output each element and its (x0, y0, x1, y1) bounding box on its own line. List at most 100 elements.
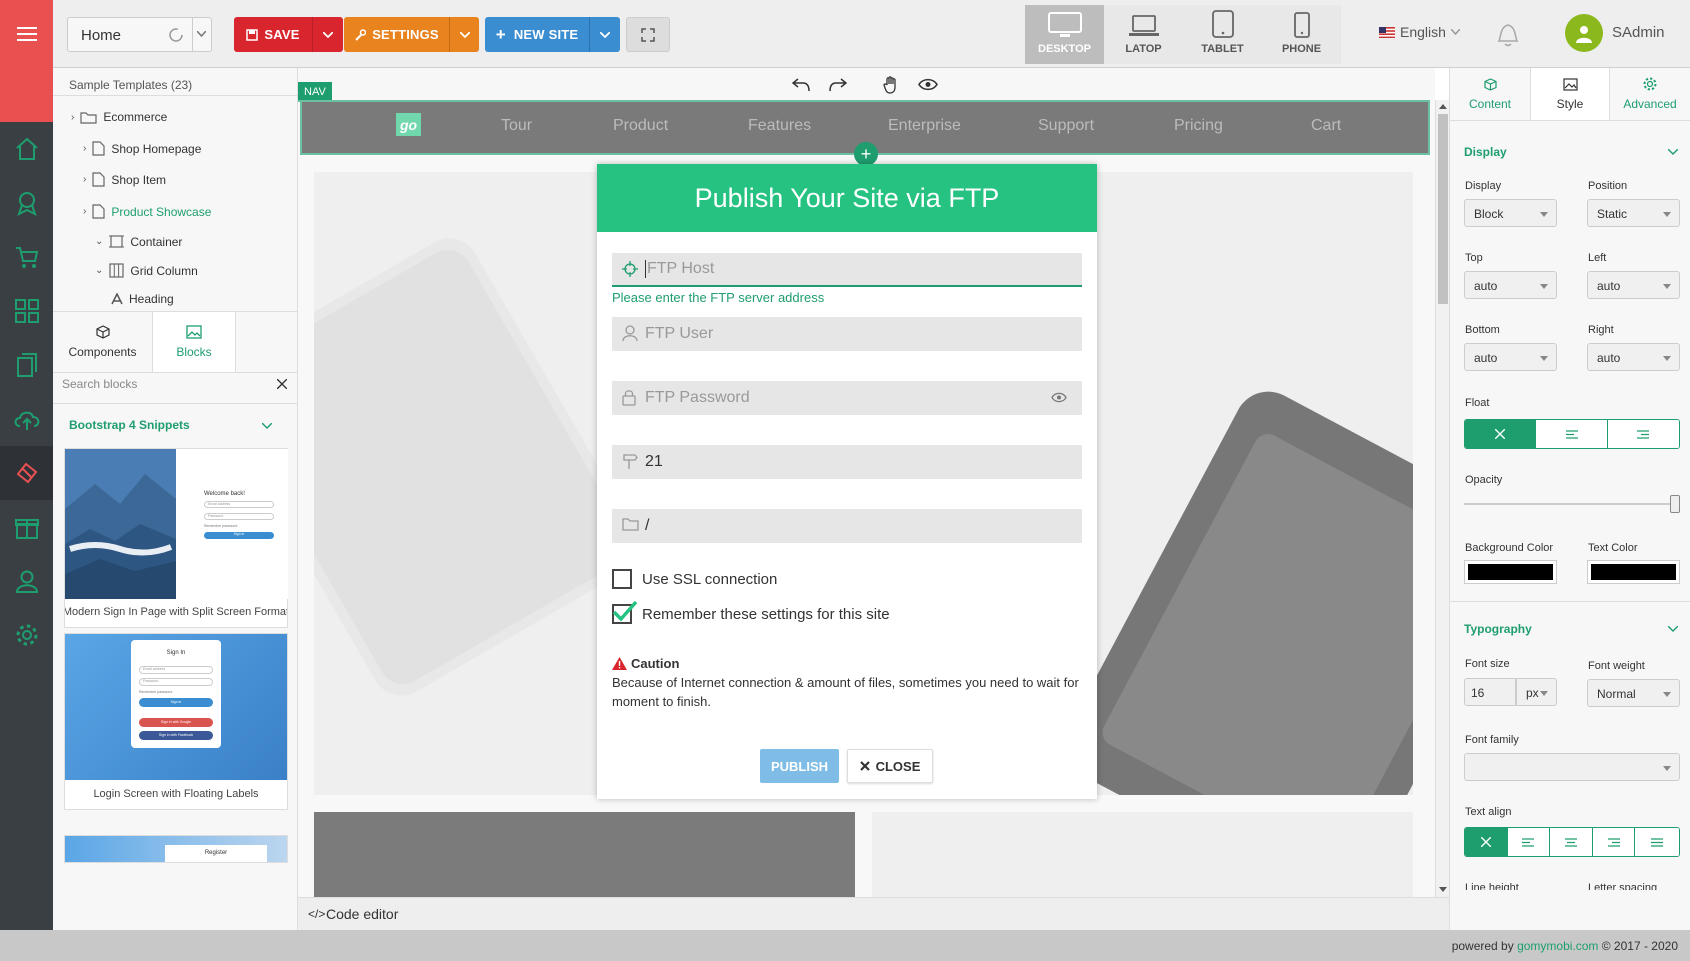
eye-icon[interactable] (918, 78, 938, 91)
fullscreen-button[interactable] (626, 17, 670, 52)
block-card-label: Modern Sign In Page with Split Screen Fo… (65, 606, 287, 618)
tab-blocks[interactable]: Blocks (152, 312, 236, 372)
search-blocks-field[interactable]: Search blocks (62, 377, 287, 391)
device-laptop-button[interactable]: LATOP (1104, 5, 1183, 64)
tab-content[interactable]: Content (1450, 68, 1530, 120)
settings-button[interactable]: SETTINGS (344, 17, 449, 52)
code-editor-bar[interactable]: </> Code editor (298, 897, 1449, 930)
opacity-slider[interactable] (1464, 495, 1680, 513)
tab-style[interactable]: Style (1530, 68, 1610, 120)
page-select[interactable]: Home (67, 17, 212, 52)
tree-item-grid-column[interactable]: ⌄ Grid Column (95, 263, 198, 278)
rail-grid-button[interactable] (0, 284, 53, 338)
tree-item-container[interactable]: ⌄ Container (95, 234, 182, 249)
tab-label: Content (1468, 96, 1512, 111)
text-align-left-button[interactable] (1507, 828, 1551, 856)
rail-blocks-button[interactable] (0, 446, 53, 500)
font-family-select[interactable] (1464, 753, 1680, 781)
redo-icon[interactable] (829, 78, 847, 92)
ftp-host-field[interactable]: FTP Host (612, 253, 1082, 287)
laptop-icon (1128, 15, 1159, 36)
us-flag-icon (1379, 26, 1395, 38)
bottom-select[interactable]: auto (1464, 343, 1557, 371)
hand-icon[interactable] (883, 76, 899, 94)
new-site-dropdown-button[interactable] (589, 17, 620, 52)
chevron-down-icon[interactable] (1668, 626, 1678, 632)
block-card-floating-labels[interactable]: Sign In Email address Password Remember … (64, 633, 288, 810)
rail-settings-button[interactable] (0, 608, 53, 662)
canvas-scrollbar[interactable] (1435, 100, 1449, 897)
rail-gift-button[interactable] (0, 500, 53, 554)
notifications-button[interactable] (1494, 17, 1522, 52)
text-color-swatch[interactable] (1587, 560, 1680, 584)
save-dropdown-button[interactable] (312, 17, 343, 52)
position-select[interactable]: Static (1587, 199, 1680, 227)
tab-components[interactable]: Components (53, 312, 152, 372)
ftp-user-field[interactable]: FTP User (612, 317, 1082, 351)
ftp-path-field[interactable]: / (612, 509, 1082, 543)
display-select[interactable]: Block (1464, 199, 1557, 227)
device-tablet-button[interactable]: TABLET (1183, 5, 1262, 64)
font-unit-select[interactable]: px (1516, 678, 1557, 706)
display-section-header[interactable]: Display (1464, 145, 1507, 159)
typography-section-header[interactable]: Typography (1464, 622, 1532, 636)
tree-item-heading[interactable]: Heading (111, 292, 174, 306)
ftp-port-field[interactable]: 21 (612, 445, 1082, 479)
right-select[interactable]: auto (1587, 343, 1680, 371)
language-select[interactable]: English (1379, 24, 1460, 40)
rail-cart-button[interactable] (0, 230, 53, 284)
eye-icon[interactable] (1051, 392, 1067, 403)
float-left-button[interactable] (1536, 420, 1608, 448)
opacity-slider-handle[interactable] (1670, 495, 1680, 513)
chevron-down-icon[interactable] (262, 423, 272, 429)
text-align-none-button[interactable] (1465, 828, 1508, 856)
rail-pages-button[interactable] (0, 338, 53, 392)
text-align-justify-button[interactable] (1635, 828, 1679, 856)
device-phone-button[interactable]: PHONE (1262, 5, 1341, 64)
tree-item-label: Grid Column (130, 263, 198, 278)
close-icon (1495, 429, 1506, 439)
remember-checkbox-row[interactable]: Remember these settings for this site (612, 600, 890, 624)
background-color-swatch[interactable] (1464, 560, 1557, 584)
ssl-checkbox-row[interactable]: Use SSL connection (612, 569, 777, 589)
snippet-group-header[interactable]: Bootstrap 4 Snippets (69, 418, 190, 432)
ssl-checkbox[interactable] (612, 569, 632, 589)
chevron-down-icon[interactable] (1668, 149, 1678, 155)
ftp-password-field[interactable]: FTP Password (612, 381, 1082, 415)
settings-dropdown-button[interactable] (449, 17, 479, 52)
rail-users-button[interactable] (0, 554, 53, 608)
tree-item-shop-homepage[interactable]: › Shop Homepage (83, 141, 201, 156)
new-site-button[interactable]: + NEW SITE (485, 17, 589, 52)
tree-item-product-showcase[interactable]: › Product Showcase (83, 204, 211, 219)
close-icon[interactable] (277, 379, 287, 389)
block-card-register[interactable]: Register (64, 835, 288, 863)
device-desktop-button[interactable]: DESKTOP (1025, 5, 1104, 64)
float-none-button[interactable] (1465, 420, 1537, 448)
user-name[interactable]: SAdmin (1612, 24, 1665, 41)
undo-icon[interactable] (792, 78, 810, 92)
remember-checkbox[interactable] (612, 600, 638, 624)
publish-button[interactable]: PUBLISH (760, 749, 839, 783)
top-select[interactable]: auto (1464, 271, 1557, 299)
rail-home-button[interactable] (0, 122, 53, 176)
text-align-right-button[interactable] (1592, 828, 1636, 856)
close-button[interactable]: CLOSE (847, 749, 933, 783)
refresh-icon[interactable] (168, 27, 184, 43)
text-align-center-button[interactable] (1550, 828, 1593, 856)
left-select[interactable]: auto (1587, 271, 1680, 299)
add-block-button[interactable]: + (854, 142, 878, 166)
menu-toggle-button[interactable] (0, 0, 53, 68)
footer-brand-link[interactable]: gomymobi.com (1517, 939, 1598, 953)
rail-upload-button[interactable] (0, 392, 53, 446)
block-card-split-signin[interactable]: Welcome back! Email address Password Rem… (64, 448, 288, 628)
save-button[interactable]: SAVE (234, 17, 312, 52)
float-right-button[interactable] (1607, 420, 1679, 448)
font-size-input[interactable]: 16 (1464, 678, 1516, 706)
tree-item-ecommerce[interactable]: › Ecommerce (71, 110, 167, 124)
chevron-down-icon[interactable] (197, 31, 206, 37)
tree-item-shop-item[interactable]: › Shop Item (83, 172, 166, 187)
rail-award-button[interactable] (0, 176, 53, 230)
avatar[interactable] (1565, 14, 1603, 52)
font-weight-select[interactable]: Normal (1587, 679, 1680, 707)
tab-advanced[interactable]: Advanced (1610, 68, 1690, 120)
